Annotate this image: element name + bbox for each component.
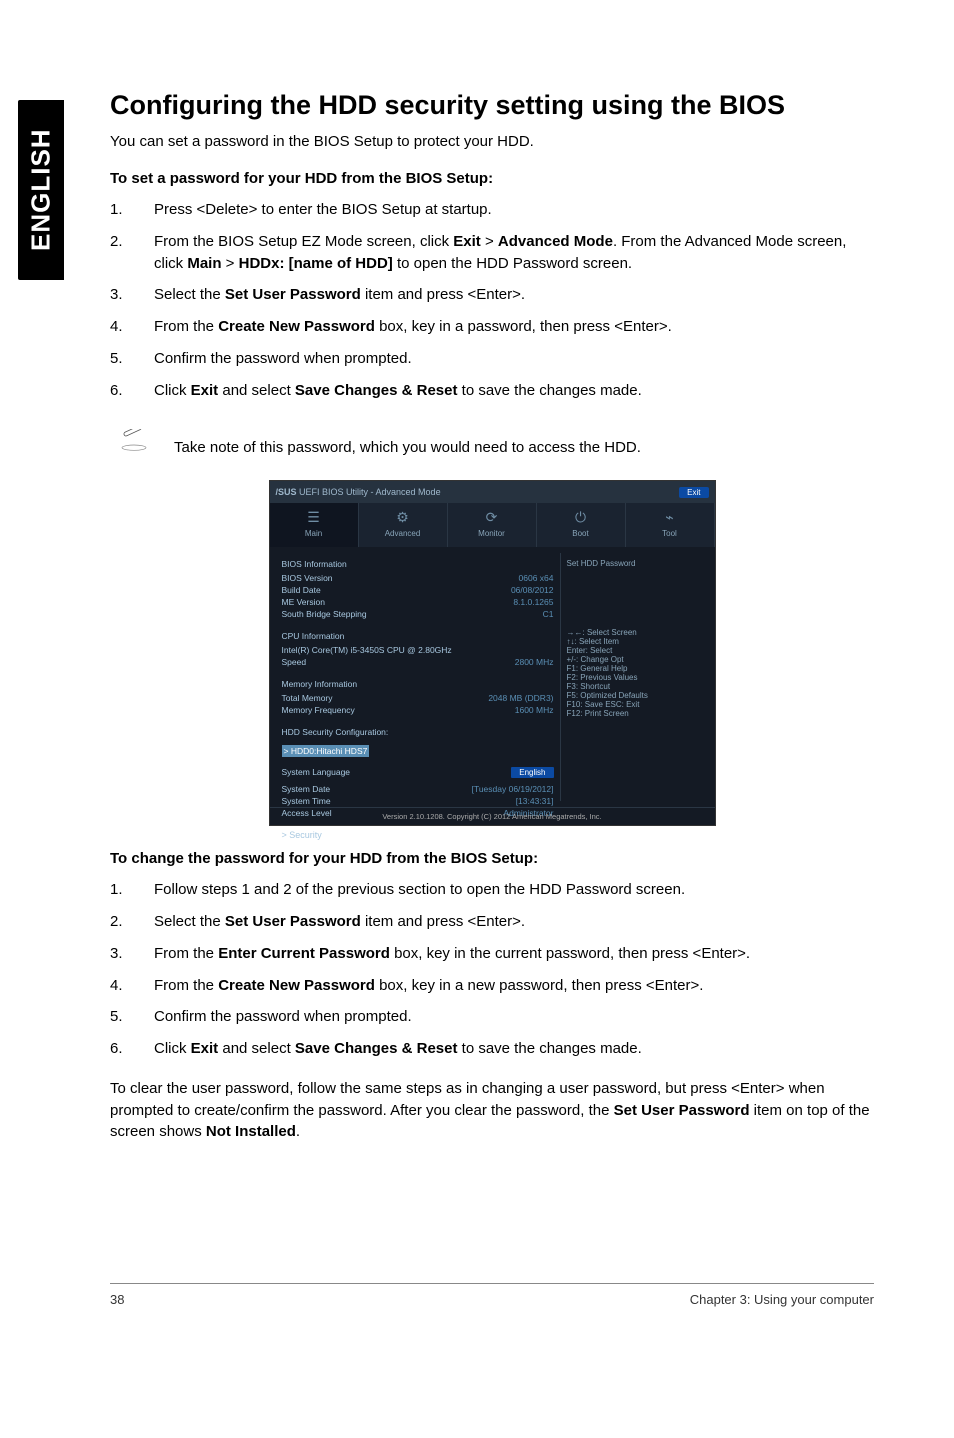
- bios-tab-tool[interactable]: ⌁Tool: [626, 503, 715, 547]
- bios-info-row: Memory Frequency1600 MHz: [282, 705, 554, 715]
- change-password-heading: To change the password for your HDD from…: [110, 850, 874, 867]
- boot-tab-icon: ⏻: [537, 509, 625, 526]
- bios-help-line: F1: General Help: [567, 664, 703, 673]
- page-number: 38: [110, 1292, 124, 1307]
- step-item: 5.Confirm the password when prompted.: [110, 1006, 874, 1028]
- bios-help-line: F12: Print Screen: [567, 709, 703, 718]
- bios-mem-info-heading: Memory Information: [282, 679, 554, 689]
- bios-tab-advanced[interactable]: ⚙Advanced: [359, 503, 448, 547]
- pencil-icon: [110, 429, 158, 466]
- step-item: 4.From the Create New Password box, key …: [110, 975, 874, 997]
- bios-info-row: Speed2800 MHz: [282, 657, 554, 667]
- bios-bios-info-list: BIOS Version0606 x64 Build Date06/08/2012…: [282, 573, 554, 619]
- bios-info-row: Total Memory2048 MB (DDR3): [282, 693, 554, 703]
- bios-hdd-conf-heading: HDD Security Configuration:: [282, 727, 554, 737]
- set-password-heading: To set a password for your HDD from the …: [110, 170, 874, 187]
- bios-info-row: System Date[Tuesday 06/19/2012]: [282, 784, 554, 794]
- bios-bios-info-heading: BIOS Information: [282, 559, 554, 569]
- step-item: 4.From the Create New Password box, key …: [110, 316, 874, 338]
- bios-help-line: →←: Select Screen: [567, 628, 703, 637]
- change-password-steps: 1.Follow steps 1 and 2 of the previous s…: [110, 879, 874, 1060]
- step-item: 3.From the Enter Current Password box, k…: [110, 943, 874, 965]
- intro-text: You can set a password in the BIOS Setup…: [110, 133, 874, 150]
- bios-help-line: ↑↓: Select Item: [567, 637, 703, 646]
- bios-help-keys: →←: Select Screen↑↓: Select ItemEnter: S…: [567, 628, 703, 718]
- step-item: 3.Select the Set User Password item and …: [110, 284, 874, 306]
- bios-info-row: Intel(R) Core(TM) i5-3450S CPU @ 2.80GHz: [282, 645, 554, 655]
- tool-tab-icon: ⌁: [626, 509, 714, 526]
- bios-screenshot: /SUS UEFI BIOS Utility - Advanced Mode E…: [269, 480, 716, 826]
- bios-tab-boot[interactable]: ⏻Boot: [537, 503, 626, 547]
- bios-info-row: Build Date06/08/2012: [282, 585, 554, 595]
- main-tab-icon: ☰: [270, 509, 358, 526]
- chapter-label: Chapter 3: Using your computer: [690, 1292, 874, 1307]
- bios-info-row: South Bridge SteppingC1: [282, 609, 554, 619]
- bios-help-line: +/-: Change Opt: [567, 655, 703, 664]
- set-password-steps: 1.Press <Delete> to enter the BIOS Setup…: [110, 199, 874, 401]
- page-title: Configuring the HDD security setting usi…: [110, 90, 874, 121]
- bios-help-line: F10: Save ESC: Exit: [567, 700, 703, 709]
- bios-tab-bar: ☰Main⚙Advanced⟳Monitor⏻Boot⌁Tool: [270, 503, 715, 547]
- step-item: 2.Select the Set User Password item and …: [110, 911, 874, 933]
- bios-tab-monitor[interactable]: ⟳Monitor: [448, 503, 537, 547]
- bios-cpu-info-list: Intel(R) Core(TM) i5-3450S CPU @ 2.80GHz…: [282, 645, 554, 667]
- bios-help-line: F3: Shortcut: [567, 682, 703, 691]
- bios-security-item[interactable]: > Security: [282, 830, 554, 840]
- bios-system-language-label[interactable]: System Language: [282, 767, 351, 778]
- step-item: 2.From the BIOS Setup EZ Mode screen, cl…: [110, 231, 874, 275]
- bios-help-line: F5: Optimized Defaults: [567, 691, 703, 700]
- bios-info-row: System Time[13:43:31]: [282, 796, 554, 806]
- bios-help-line: F2: Previous Values: [567, 673, 703, 682]
- bios-info-row: ME Version8.1.0.1265: [282, 597, 554, 607]
- monitor-tab-icon: ⟳: [448, 509, 536, 526]
- bios-help-line: Enter: Select: [567, 646, 703, 655]
- bios-window-title: /SUS UEFI BIOS Utility - Advanced Mode: [276, 487, 441, 497]
- step-item: 1.Follow steps 1 and 2 of the previous s…: [110, 879, 874, 901]
- note-text: Take note of this password, which you wo…: [174, 439, 641, 456]
- step-item: 6.Click Exit and select Save Changes & R…: [110, 1038, 874, 1060]
- bios-exit-button[interactable]: Exit: [679, 487, 708, 498]
- bios-info-row: BIOS Version0606 x64: [282, 573, 554, 583]
- advanced-tab-icon: ⚙: [359, 509, 447, 526]
- bios-mem-info-list: Total Memory2048 MB (DDR3) Memory Frequen…: [282, 693, 554, 715]
- page-footer: 38 Chapter 3: Using your computer: [110, 1283, 874, 1307]
- step-item: 1.Press <Delete> to enter the BIOS Setup…: [110, 199, 874, 221]
- language-tab: ENGLISH: [18, 100, 64, 280]
- bios-system-language-value[interactable]: English: [511, 767, 553, 778]
- note-callout: Take note of this password, which you wo…: [110, 429, 874, 466]
- bios-help-panel-title: Set HDD Password: [567, 559, 703, 568]
- bios-tab-main[interactable]: ☰Main: [270, 503, 359, 547]
- clear-password-paragraph: To clear the user password, follow the s…: [110, 1078, 874, 1143]
- step-item: 6.Click Exit and select Save Changes & R…: [110, 380, 874, 402]
- bios-hdd-item-selected[interactable]: > HDD0:Hitachi HDS7: [282, 745, 370, 757]
- bios-cpu-info-heading: CPU Information: [282, 631, 554, 641]
- step-item: 5.Confirm the password when prompted.: [110, 348, 874, 370]
